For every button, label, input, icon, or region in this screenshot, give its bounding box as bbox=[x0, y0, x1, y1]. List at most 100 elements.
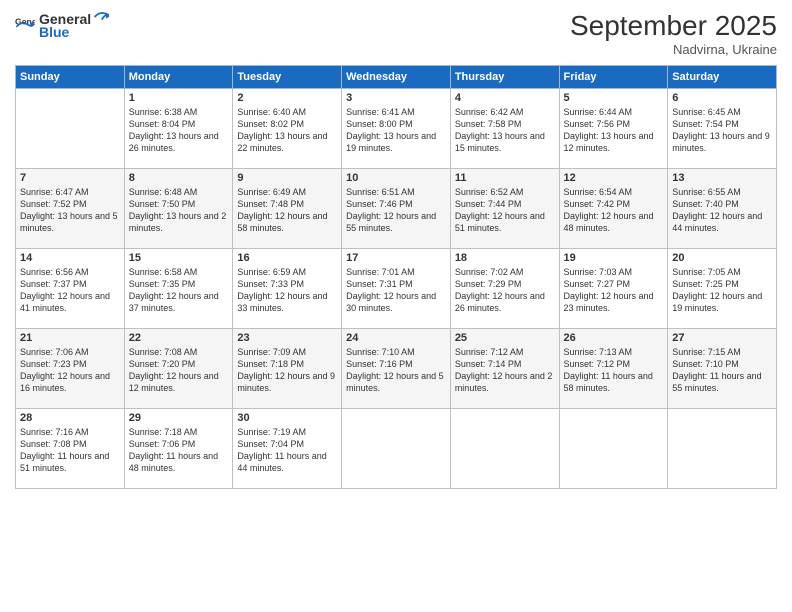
calendar-week-row: 21 Sunrise: 7:06 AMSunset: 7:23 PMDayligh… bbox=[16, 329, 777, 409]
day-info: Sunrise: 7:03 AMSunset: 7:27 PMDaylight:… bbox=[564, 266, 664, 315]
day-number: 5 bbox=[564, 92, 664, 104]
calendar-table: Sunday Monday Tuesday Wednesday Thursday… bbox=[15, 65, 777, 489]
day-info: Sunrise: 7:10 AMSunset: 7:16 PMDaylight:… bbox=[346, 346, 446, 395]
day-number: 21 bbox=[20, 332, 120, 344]
table-row: 27 Sunrise: 7:15 AMSunset: 7:10 PMDayligh… bbox=[668, 329, 777, 409]
logo-blue: Blue bbox=[39, 25, 109, 40]
day-number: 20 bbox=[672, 252, 772, 264]
day-info: Sunrise: 6:48 AMSunset: 7:50 PMDaylight:… bbox=[129, 186, 229, 235]
table-row: 3 Sunrise: 6:41 AMSunset: 8:00 PMDaylight… bbox=[342, 89, 451, 169]
logo: General General Blue bbox=[15, 10, 109, 41]
day-number: 24 bbox=[346, 332, 446, 344]
day-number: 11 bbox=[455, 172, 555, 184]
day-number: 12 bbox=[564, 172, 664, 184]
day-number: 23 bbox=[237, 332, 337, 344]
day-number: 13 bbox=[672, 172, 772, 184]
table-row: 1 Sunrise: 6:38 AMSunset: 8:04 PMDaylight… bbox=[124, 89, 233, 169]
table-row: 21 Sunrise: 7:06 AMSunset: 7:23 PMDayligh… bbox=[16, 329, 125, 409]
day-info: Sunrise: 7:06 AMSunset: 7:23 PMDaylight:… bbox=[20, 346, 120, 395]
day-info: Sunrise: 7:08 AMSunset: 7:20 PMDaylight:… bbox=[129, 346, 229, 395]
col-wednesday: Wednesday bbox=[342, 66, 451, 89]
table-row: 11 Sunrise: 6:52 AMSunset: 7:44 PMDayligh… bbox=[450, 169, 559, 249]
day-number: 10 bbox=[346, 172, 446, 184]
table-row: 30 Sunrise: 7:19 AMSunset: 7:04 PMDayligh… bbox=[233, 409, 342, 489]
col-friday: Friday bbox=[559, 66, 668, 89]
day-number: 16 bbox=[237, 252, 337, 264]
day-info: Sunrise: 7:19 AMSunset: 7:04 PMDaylight:… bbox=[237, 426, 337, 475]
table-row: 10 Sunrise: 6:51 AMSunset: 7:46 PMDayligh… bbox=[342, 169, 451, 249]
table-row: 25Sunrise: 7:12 AMSunset: 7:14 PMDayligh… bbox=[450, 329, 559, 409]
day-info: Sunrise: 7:01 AMSunset: 7:31 PMDaylight:… bbox=[346, 266, 446, 315]
day-number: 3 bbox=[346, 92, 446, 104]
day-info: Sunrise: 6:51 AMSunset: 7:46 PMDaylight:… bbox=[346, 186, 446, 235]
day-number: 19 bbox=[564, 252, 664, 264]
day-info: Sunrise: 6:49 AMSunset: 7:48 PMDaylight:… bbox=[237, 186, 337, 235]
table-row: 2Sunrise: 6:40 AMSunset: 8:02 PMDaylight… bbox=[233, 89, 342, 169]
table-row: 12Sunrise: 6:54 AMSunset: 7:42 PMDayligh… bbox=[559, 169, 668, 249]
day-info: Sunrise: 6:38 AMSunset: 8:04 PMDaylight:… bbox=[129, 106, 229, 155]
page-header: General General Blue September 2025 Nadv… bbox=[15, 10, 777, 57]
day-number: 30 bbox=[237, 412, 337, 424]
day-info: Sunrise: 6:47 AMSunset: 7:52 PMDaylight:… bbox=[20, 186, 120, 235]
table-row bbox=[668, 409, 777, 489]
day-info: Sunrise: 7:16 AMSunset: 7:08 PMDaylight:… bbox=[20, 426, 120, 475]
table-row: 26 Sunrise: 7:13 AMSunset: 7:12 PMDayligh… bbox=[559, 329, 668, 409]
day-number: 1 bbox=[129, 92, 229, 104]
day-info: Sunrise: 7:09 AMSunset: 7:18 PMDaylight:… bbox=[237, 346, 337, 395]
day-info: Sunrise: 7:02 AMSunset: 7:29 PMDaylight:… bbox=[455, 266, 555, 315]
day-number: 26 bbox=[564, 332, 664, 344]
table-row: 28 Sunrise: 7:16 AMSunset: 7:08 PMDayligh… bbox=[16, 409, 125, 489]
day-info: Sunrise: 6:55 AMSunset: 7:40 PMDaylight:… bbox=[672, 186, 772, 235]
day-number: 17 bbox=[346, 252, 446, 264]
day-info: Sunrise: 6:41 AMSunset: 8:00 PMDaylight:… bbox=[346, 106, 446, 155]
table-row: 8 Sunrise: 6:48 AMSunset: 7:50 PMDaylight… bbox=[124, 169, 233, 249]
table-row: 15 Sunrise: 6:58 AMSunset: 7:35 PMDayligh… bbox=[124, 249, 233, 329]
calendar-week-row: 28 Sunrise: 7:16 AMSunset: 7:08 PMDayligh… bbox=[16, 409, 777, 489]
logo-icon: General bbox=[15, 15, 35, 35]
day-info: Sunrise: 6:52 AMSunset: 7:44 PMDaylight:… bbox=[455, 186, 555, 235]
table-row: 16 Sunrise: 6:59 AMSunset: 7:33 PMDayligh… bbox=[233, 249, 342, 329]
table-row bbox=[16, 89, 125, 169]
table-row: 19 Sunrise: 7:03 AMSunset: 7:27 PMDayligh… bbox=[559, 249, 668, 329]
table-row: 14 Sunrise: 6:56 AMSunset: 7:37 PMDayligh… bbox=[16, 249, 125, 329]
day-number: 18 bbox=[455, 252, 555, 264]
day-number: 8 bbox=[129, 172, 229, 184]
day-info: Sunrise: 7:15 AMSunset: 7:10 PMDaylight:… bbox=[672, 346, 772, 395]
calendar-header-row: Sunday Monday Tuesday Wednesday Thursday… bbox=[16, 66, 777, 89]
logo-bird-icon bbox=[91, 10, 109, 24]
table-row bbox=[559, 409, 668, 489]
day-number: 28 bbox=[20, 412, 120, 424]
day-info: Sunrise: 7:13 AMSunset: 7:12 PMDaylight:… bbox=[564, 346, 664, 395]
table-row: 9 Sunrise: 6:49 AMSunset: 7:48 PMDaylight… bbox=[233, 169, 342, 249]
calendar-week-row: 7Sunrise: 6:47 AMSunset: 7:52 PMDaylight… bbox=[16, 169, 777, 249]
day-info: Sunrise: 6:58 AMSunset: 7:35 PMDaylight:… bbox=[129, 266, 229, 315]
day-info: Sunrise: 6:56 AMSunset: 7:37 PMDaylight:… bbox=[20, 266, 120, 315]
table-row: 7Sunrise: 6:47 AMSunset: 7:52 PMDaylight… bbox=[16, 169, 125, 249]
table-row: 18 Sunrise: 7:02 AMSunset: 7:29 PMDayligh… bbox=[450, 249, 559, 329]
col-monday: Monday bbox=[124, 66, 233, 89]
col-thursday: Thursday bbox=[450, 66, 559, 89]
location-label: Nadvirna, Ukraine bbox=[570, 42, 777, 57]
day-number: 6 bbox=[672, 92, 772, 104]
day-number: 14 bbox=[20, 252, 120, 264]
title-block: September 2025 Nadvirna, Ukraine bbox=[570, 10, 777, 57]
day-number: 9 bbox=[237, 172, 337, 184]
day-info: Sunrise: 6:42 AMSunset: 7:58 PMDaylight:… bbox=[455, 106, 555, 155]
table-row: 13 Sunrise: 6:55 AMSunset: 7:40 PMDayligh… bbox=[668, 169, 777, 249]
day-number: 27 bbox=[672, 332, 772, 344]
calendar-week-row: 14 Sunrise: 6:56 AMSunset: 7:37 PMDayligh… bbox=[16, 249, 777, 329]
table-row: 20Sunrise: 7:05 AMSunset: 7:25 PMDayligh… bbox=[668, 249, 777, 329]
table-row: 22 Sunrise: 7:08 AMSunset: 7:20 PMDayligh… bbox=[124, 329, 233, 409]
day-info: Sunrise: 6:59 AMSunset: 7:33 PMDaylight:… bbox=[237, 266, 337, 315]
table-row bbox=[450, 409, 559, 489]
day-number: 29 bbox=[129, 412, 229, 424]
day-info: Sunrise: 6:40 AMSunset: 8:02 PMDaylight:… bbox=[237, 106, 337, 155]
calendar-week-row: 1 Sunrise: 6:38 AMSunset: 8:04 PMDaylight… bbox=[16, 89, 777, 169]
day-number: 22 bbox=[129, 332, 229, 344]
table-row: 17 Sunrise: 7:01 AMSunset: 7:31 PMDayligh… bbox=[342, 249, 451, 329]
day-number: 25 bbox=[455, 332, 555, 344]
table-row: 6Sunrise: 6:45 AMSunset: 7:54 PMDaylight… bbox=[668, 89, 777, 169]
month-year-title: September 2025 bbox=[570, 10, 777, 42]
day-info: Sunrise: 7:18 AMSunset: 7:06 PMDaylight:… bbox=[129, 426, 229, 475]
day-number: 15 bbox=[129, 252, 229, 264]
